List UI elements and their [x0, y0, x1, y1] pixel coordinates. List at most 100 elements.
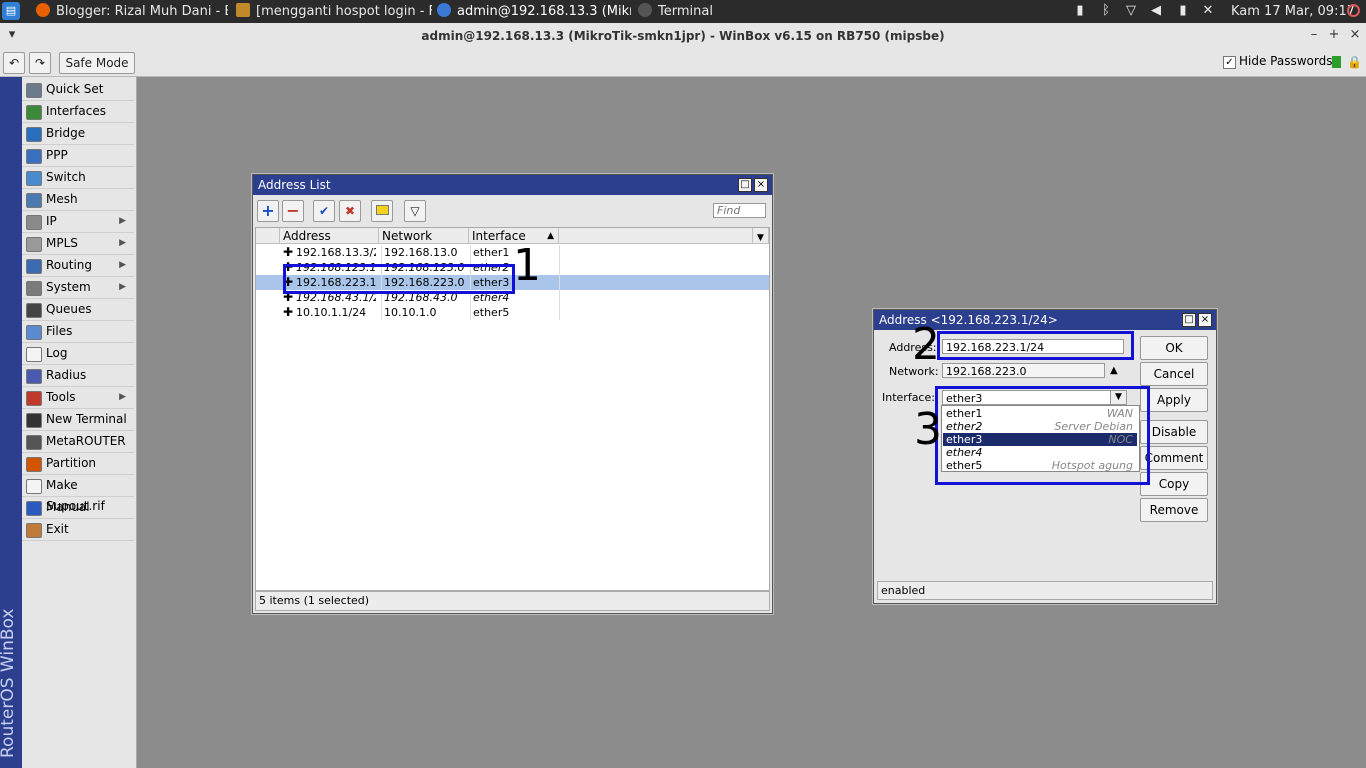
menu-item[interactable]: Switch [22, 167, 134, 189]
column-menu-button[interactable]: ▼ [753, 228, 769, 244]
comment-button[interactable]: Comment [1140, 446, 1208, 470]
menu-item-label: Tools [46, 390, 76, 404]
remove-button[interactable]: Remove [1140, 498, 1208, 522]
menu-item[interactable]: Queues [22, 299, 134, 321]
interfaces-icon [26, 105, 42, 120]
menu-item[interactable]: System ▶ [22, 277, 134, 299]
copy-button[interactable]: Copy [1140, 472, 1208, 496]
switch-icon [26, 171, 42, 186]
tools-icon [26, 391, 42, 406]
bluetooth-icon[interactable]: ᛒ [1099, 4, 1113, 18]
close-icon[interactable]: × [1347, 27, 1363, 43]
ppp-icon [26, 149, 42, 164]
minimize-icon[interactable]: – [1306, 27, 1322, 43]
menu-item[interactable]: Exit [22, 519, 134, 541]
close-icon[interactable]: × [1198, 313, 1212, 327]
table-row[interactable]: ✚ 10.10.1.1/24 10.10.1.0 ether5 [256, 305, 769, 320]
menu-item[interactable]: Partition [22, 453, 134, 475]
menu-item-label: Routing [46, 258, 93, 272]
menu-item-label: MetaROUTER [46, 434, 126, 448]
mute-icon[interactable]: ✕ [1201, 4, 1215, 18]
annotation-2: 2 [912, 319, 940, 370]
ip-icon [26, 215, 42, 230]
ok-button[interactable]: OK [1140, 336, 1208, 360]
task-folder[interactable]: [mengganti hospot login - F... [236, 0, 432, 23]
volume-icon[interactable]: ◀ [1149, 4, 1163, 18]
apply-button[interactable]: Apply [1140, 388, 1208, 412]
log-icon [26, 347, 42, 362]
maximize-icon[interactable]: □ [738, 178, 752, 192]
address-list-header[interactable]: Address List □ × [253, 175, 772, 195]
add-button[interactable]: + [257, 200, 279, 222]
menu-item[interactable]: Manual [22, 497, 134, 519]
menu-item[interactable]: PPP [22, 145, 134, 167]
menu-item[interactable]: Quick Set [22, 79, 134, 101]
submenu-arrow-icon: ▶ [119, 260, 126, 270]
col-network[interactable]: Network [379, 228, 469, 244]
battery-charge-icon[interactable]: ▮ [1176, 4, 1190, 18]
enable-button[interactable]: ✔ [313, 200, 335, 222]
files-icon [26, 325, 42, 340]
task-terminal[interactable]: Terminal [638, 0, 728, 23]
cell-network: 10.10.1.0 [381, 305, 470, 320]
menu-item[interactable]: Make Supout.rif [22, 475, 134, 513]
task-winbox[interactable]: admin@192.168.13.3 (Mikr... [437, 0, 631, 23]
close-icon[interactable]: × [754, 178, 768, 192]
redo-button[interactable]: ↷ [29, 52, 51, 74]
comment-icon [375, 205, 389, 215]
menu-item-label: MPLS [46, 236, 78, 250]
safe-mode-button[interactable]: Safe Mode [59, 52, 135, 74]
undo-button[interactable]: ↶ [3, 52, 25, 74]
window-title: admin@192.168.13.3 (MikroTik-smkn1jpr) -… [421, 29, 945, 43]
redo-icon: ↷ [34, 56, 46, 70]
cell-extra [559, 290, 562, 305]
network-field[interactable]: 192.168.223.0 [942, 363, 1105, 378]
task-firefox[interactable]: Blogger: Rizal Muh Dani - B... [36, 0, 228, 23]
terminal-icon [638, 3, 652, 17]
find-input[interactable] [713, 203, 766, 218]
main-menu: Quick Set Interfaces Bridge PPP Switch Mesh IP… [22, 77, 137, 768]
app-menu-button[interactable]: ▤ [2, 2, 20, 20]
comment-button[interactable] [371, 200, 393, 222]
menu-item-label: Mesh [46, 192, 78, 206]
lock-icon: 🔒 [1347, 55, 1362, 69]
menu-item[interactable]: Interfaces [22, 101, 134, 123]
menu-item[interactable]: Mesh [22, 189, 134, 211]
menu-item[interactable]: Files [22, 321, 134, 343]
hide-passwords-label[interactable]: Hide Passwords [1239, 54, 1332, 68]
filter-button[interactable]: ▽ [404, 200, 426, 222]
menu-item-label: Partition [46, 456, 97, 470]
annotation-3: 3 [914, 404, 942, 455]
menu-item[interactable]: IP ▶ [22, 211, 134, 233]
hide-passwords-checkbox[interactable]: ✓ [1223, 56, 1236, 69]
menu-item[interactable]: Tools ▶ [22, 387, 134, 409]
col-extra [559, 228, 753, 244]
menu-item[interactable]: Log [22, 343, 134, 365]
winbox-toolbar: ↶ ↷ Safe Mode ✓ Hide Passwords 🔒 [0, 49, 1366, 77]
highlight-box-2 [937, 331, 1134, 360]
menu-item-label: PPP [46, 148, 68, 162]
remove-button[interactable]: − [282, 200, 304, 222]
network-up-icon[interactable]: ▲ [1110, 365, 1118, 376]
cancel-button[interactable]: Cancel [1140, 362, 1208, 386]
col-address[interactable]: Address [280, 228, 379, 244]
wifi-icon[interactable]: ▽ [1124, 4, 1138, 18]
power-icon[interactable] [1347, 4, 1360, 17]
annotation-1: 1 [513, 240, 541, 291]
maximize-icon[interactable]: + [1326, 27, 1342, 43]
cell-extra [559, 260, 562, 275]
menu-item[interactable]: Radius [22, 365, 134, 387]
status-text: 5 items (1 selected) [259, 594, 370, 607]
menu-item[interactable]: MetaROUTER [22, 431, 134, 453]
supout-icon [26, 479, 42, 494]
battery-icon[interactable]: ▮ [1073, 4, 1087, 18]
disable-button[interactable]: Disable [1140, 420, 1208, 444]
menu-item-label: Quick Set [46, 82, 104, 96]
maximize-icon[interactable]: □ [1182, 313, 1196, 327]
menu-item[interactable]: New Terminal [22, 409, 134, 431]
menu-item[interactable]: MPLS ▶ [22, 233, 134, 255]
clock[interactable]: Kam 17 Mar, 09:17 [1231, 0, 1355, 23]
disable-button[interactable]: ✖ [339, 200, 361, 222]
menu-item[interactable]: Routing ▶ [22, 255, 134, 277]
menu-item[interactable]: Bridge [22, 123, 134, 145]
